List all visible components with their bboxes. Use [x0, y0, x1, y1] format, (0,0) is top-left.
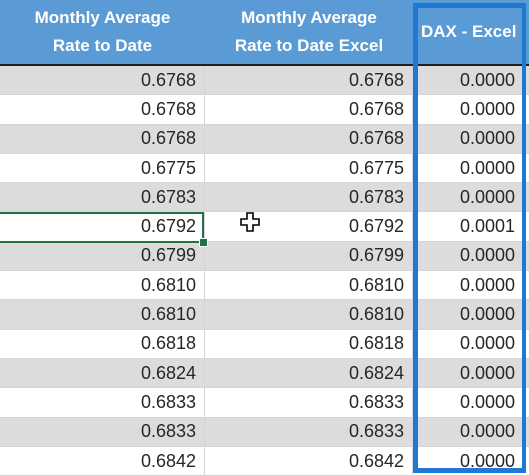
rate-cell[interactable]: 0.6768 — [0, 95, 205, 124]
dax-excel-diff-cell[interactable]: 0.0000 — [413, 359, 529, 387]
rate-excel-cell[interactable]: 0.6768 — [205, 66, 413, 95]
rate-excel-cell[interactable]: 0.6810 — [205, 300, 413, 329]
cell-select-cross-icon — [240, 212, 260, 232]
rate-cell[interactable]: 0.6768 — [0, 124, 205, 153]
rate-excel-cell[interactable]: 0.6824 — [205, 358, 413, 388]
table-row: 0.6818 0.6818 0.0000 — [0, 329, 529, 359]
spreadsheet-grid: Monthly Average Rate to Date Monthly Ave… — [0, 0, 529, 476]
table-row: 0.6842 0.6842 0.0000 — [0, 446, 529, 476]
rate-cell[interactable]: 0.6783 — [0, 183, 205, 212]
dax-excel-diff-cell[interactable]: 0.0000 — [413, 271, 529, 299]
rate-cell[interactable]: 0.6810 — [0, 300, 205, 329]
dax-excel-diff-cell[interactable]: 0.0000 — [413, 242, 529, 270]
rate-excel-cell[interactable]: 0.6792 — [205, 212, 413, 241]
dax-excel-diff-cell[interactable]: 0.0000 — [413, 330, 529, 358]
table-row: 0.6810 0.6810 0.0000 — [0, 300, 529, 330]
dax-excel-diff-cell[interactable]: 0.0000 — [413, 125, 529, 153]
rate-excel-cell[interactable]: 0.6818 — [205, 329, 413, 358]
rate-excel-cell[interactable]: 0.6799 — [205, 241, 413, 271]
table-row: 0.6833 0.6833 0.0000 — [0, 417, 529, 447]
dax-excel-diff-cell[interactable]: 0.0001 — [413, 212, 529, 240]
dax-excel-diff-cell[interactable]: 0.0000 — [413, 66, 529, 94]
table-row: 0.6775 0.6775 0.0000 — [0, 153, 529, 184]
dax-excel-diff-cell[interactable]: 0.0000 — [413, 447, 529, 475]
table-row: 0.6824 0.6824 0.0000 — [0, 358, 529, 389]
rate-cell[interactable]: 0.6818 — [0, 329, 205, 358]
rate-cell[interactable]: 0.6833 — [0, 417, 205, 446]
rate-excel-cell[interactable]: 0.6833 — [205, 388, 413, 417]
table-row: 0.6783 0.6783 0.0000 — [0, 183, 529, 213]
rate-cell[interactable]: 0.6768 — [0, 66, 205, 95]
dax-excel-diff-cell[interactable]: 0.0000 — [413, 183, 529, 211]
header-row: Monthly Average Rate to Date Monthly Ave… — [0, 0, 529, 66]
rate-excel-cell[interactable]: 0.6842 — [205, 446, 413, 476]
column-header-monthly-average-rate[interactable]: Monthly Average Rate to Date — [0, 0, 205, 64]
rate-excel-cell[interactable]: 0.6768 — [205, 95, 413, 124]
table-row: 0.6768 0.6768 0.0000 — [0, 124, 529, 154]
column-header-monthly-average-rate-excel[interactable]: Monthly Average Rate to Date Excel — [205, 0, 413, 64]
dax-excel-diff-cell[interactable]: 0.0000 — [413, 300, 529, 328]
rate-excel-cell[interactable]: 0.6783 — [205, 183, 413, 212]
rate-cell[interactable]: 0.6824 — [0, 358, 205, 388]
column-header-dax-minus-excel[interactable]: DAX - Excel — [413, 0, 529, 64]
rate-cell[interactable]: 0.6799 — [0, 241, 205, 271]
dax-excel-diff-cell[interactable]: 0.0000 — [413, 154, 529, 182]
rate-excel-cell[interactable]: 0.6775 — [205, 153, 413, 183]
dax-excel-diff-cell[interactable]: 0.0000 — [413, 418, 529, 446]
table-row: 0.6833 0.6833 0.0000 — [0, 388, 529, 418]
active-cell-border — [0, 212, 204, 243]
dax-excel-diff-cell[interactable]: 0.0000 — [413, 388, 529, 416]
table-row: 0.6768 0.6768 0.0000 — [0, 66, 529, 96]
rate-cell[interactable]: 0.6833 — [0, 388, 205, 417]
table-row: 0.6768 0.6768 0.0000 — [0, 95, 529, 125]
rate-excel-cell[interactable]: 0.6768 — [205, 124, 413, 153]
fill-handle[interactable] — [199, 238, 208, 247]
table-row: 0.6810 0.6810 0.0000 — [0, 271, 529, 301]
dax-excel-diff-cell[interactable]: 0.0000 — [413, 95, 529, 123]
table-body: 0.6768 0.6768 0.0000 0.6768 0.6768 0.0000 0.67… — [0, 66, 529, 476]
table-row: 0.6799 0.6799 0.0000 — [0, 241, 529, 272]
rate-excel-cell[interactable]: 0.6810 — [205, 271, 413, 300]
rate-cell[interactable]: 0.6810 — [0, 271, 205, 300]
rate-excel-cell[interactable]: 0.6833 — [205, 417, 413, 446]
rate-cell[interactable]: 0.6775 — [0, 153, 205, 183]
rate-cell[interactable]: 0.6842 — [0, 446, 205, 476]
